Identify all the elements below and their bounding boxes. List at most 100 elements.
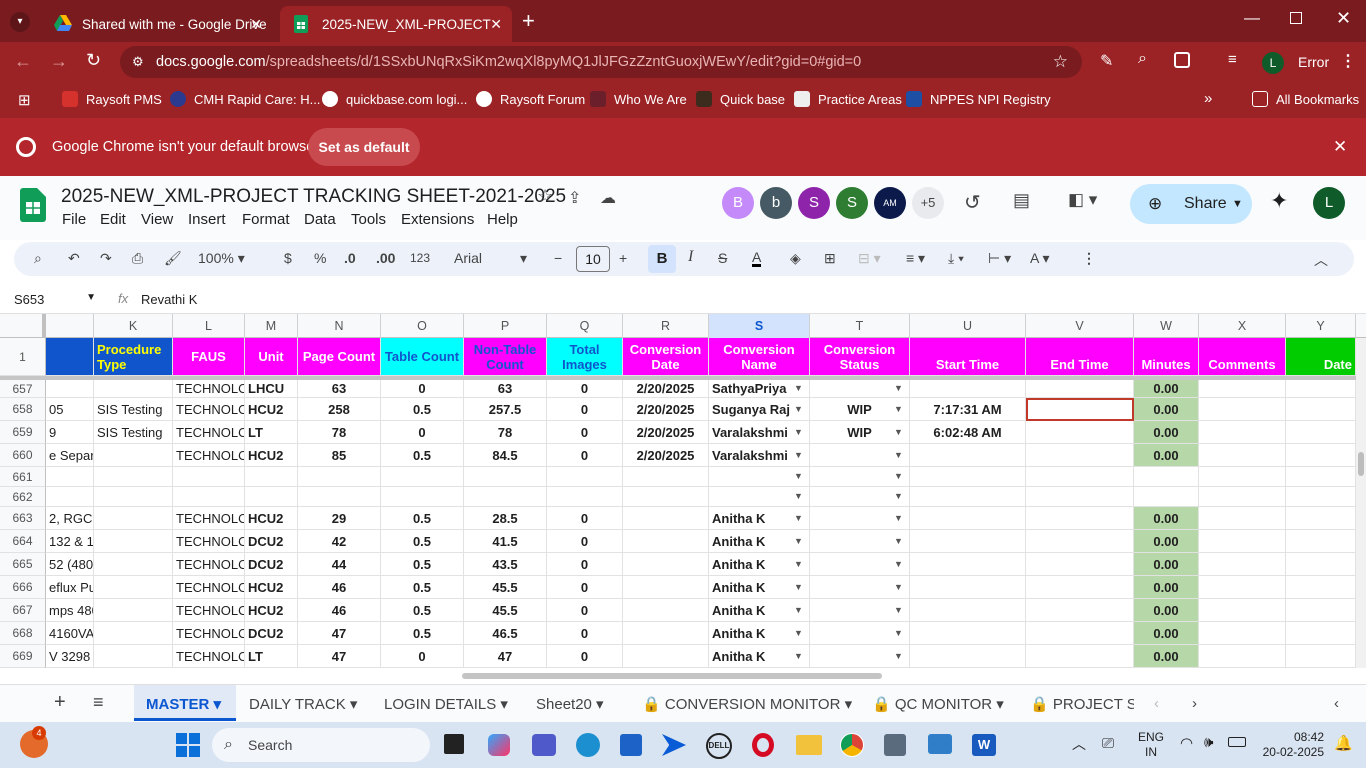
table-cell[interactable]: 0.00 [1134,507,1199,530]
table-cell[interactable] [623,467,709,487]
table-cell[interactable] [381,467,464,487]
gemini-icon[interactable]: ✦ [1270,188,1288,214]
set-as-default-button[interactable]: Set as default [308,128,420,166]
table-cell[interactable]: 0.00 [1134,622,1199,645]
table-cell[interactable]: 0.00 [1134,398,1199,421]
table-cell[interactable]: HCU2 [245,507,298,530]
table-cell[interactable] [1026,421,1134,444]
table-cell[interactable]: TECHNOLOG [173,380,245,398]
table-cell[interactable]: 132 & 1 [46,530,94,553]
table-cell[interactable] [547,467,623,487]
row-number[interactable]: 669 [0,645,46,668]
table-cell[interactable] [1026,487,1134,507]
table-cell[interactable] [298,467,381,487]
user-avatar[interactable]: L [1313,187,1345,219]
table-cell[interactable]: 0 [547,380,623,398]
bookmark-star-icon[interactable]: ☆ [1053,46,1068,78]
menu-tools[interactable]: Tools [351,211,386,228]
edge-icon[interactable] [576,733,600,757]
language-indicator[interactable]: ENG IN [1138,730,1164,760]
table-cell[interactable]: 0.5 [381,576,464,599]
sheets-logo-icon[interactable] [20,188,46,227]
fill-color-icon[interactable]: ◈ [790,250,801,267]
table-cell[interactable]: 46 [298,576,381,599]
forward-icon[interactable]: → [50,51,68,72]
table-cell[interactable]: 0.00 [1134,530,1199,553]
header-cell[interactable]: Total Images [547,338,623,376]
column-header[interactable]: T [810,314,910,338]
font-size-input[interactable]: 10 [576,246,610,272]
table-cell[interactable]: 63 [464,380,547,398]
row-number[interactable]: 658 [0,398,46,421]
currency-format-button[interactable]: $ [284,250,292,266]
vertical-scrollbar[interactable] [1356,338,1366,668]
table-cell[interactable] [547,487,623,507]
menu-file[interactable]: File [62,211,86,228]
table-cell[interactable]: 29 [298,507,381,530]
sheet-tab-project-summary[interactable]: 🔒 PROJECT SU [1030,695,1134,713]
table-cell[interactable] [910,599,1026,622]
zoom-search-icon[interactable]: ⌕ [1138,50,1147,68]
table-cell[interactable] [1026,553,1134,576]
chrome-icon[interactable] [840,733,864,757]
table-cell[interactable] [1199,380,1286,398]
table-cell[interactable]: eflux Pur [46,576,94,599]
table-cell[interactable] [1286,467,1356,487]
close-tab-icon[interactable]: ✕ [250,16,262,33]
start-windows-icon[interactable] [176,733,200,762]
paint-format-icon[interactable]: 🖌 [164,250,182,267]
table-cell[interactable] [1199,645,1286,668]
decrease-font-size-icon[interactable]: − [554,250,562,266]
header-cell[interactable]: Conversion Name [709,338,810,376]
app-icon[interactable] [928,734,952,754]
table-cell[interactable]: 0 [381,421,464,444]
column-header[interactable]: Y [1286,314,1356,338]
table-cell[interactable]: 0.5 [381,507,464,530]
redo-icon[interactable]: ↷ [100,250,112,267]
table-cell[interactable]: 2/20/2025 [623,380,709,398]
table-cell[interactable]: TECHNOLOG [173,507,245,530]
table-cell[interactable]: 0.5 [381,622,464,645]
table-cell[interactable]: 45.5 [464,576,547,599]
header-cell[interactable]: Unit [245,338,298,376]
volume-icon[interactable]: 🕪 [1204,734,1213,751]
teams-icon[interactable] [532,734,556,756]
table-cell[interactable] [94,380,173,398]
table-cell[interactable]: 0.00 [1134,553,1199,576]
table-cell[interactable]: 44 [298,553,381,576]
table-cell[interactable] [910,622,1026,645]
table-cell[interactable] [94,467,173,487]
bookmark-item[interactable]: Raysoft PMS [62,91,162,107]
column-header[interactable]: N [298,314,381,338]
undo-icon[interactable]: ↶ [68,250,80,267]
table-cell[interactable] [245,487,298,507]
header-cell[interactable]: End Time [1026,338,1134,376]
row-number[interactable]: 666 [0,576,46,599]
increase-font-size-icon[interactable]: + [619,250,627,266]
table-cell[interactable] [1199,553,1286,576]
search-menus-icon[interactable]: ⌕ [34,250,42,267]
header-cell[interactable]: FAUS [173,338,245,376]
collapse-toolbar-icon[interactable]: ︿ [1314,250,1328,270]
table-cell[interactable] [94,530,173,553]
file-explorer-icon[interactable] [796,735,822,755]
table-cell[interactable]: 6:02:48 AM [910,421,1026,444]
table-cell[interactable] [1026,530,1134,553]
reload-icon[interactable]: ↻ [86,50,101,71]
table-cell[interactable] [623,507,709,530]
table-cell[interactable] [1199,421,1286,444]
merge-cells-icon[interactable]: ⊟ ▾ [858,250,881,267]
table-cell[interactable] [910,507,1026,530]
table-cell[interactable] [623,645,709,668]
table-cell[interactable]: 47 [298,622,381,645]
table-cell[interactable]: 0.00 [1134,599,1199,622]
clock[interactable]: 08:42 20-02-2025 [1258,730,1324,760]
sheet-tab-sheet20[interactable]: Sheet20 ▾ [536,695,604,713]
dell-icon[interactable]: DELL [706,733,732,759]
column-header[interactable]: V [1026,314,1134,338]
table-cell[interactable]: DCU2 [245,553,298,576]
table-cell[interactable]: 63 [298,380,381,398]
table-cell[interactable]: 0.00 [1134,645,1199,668]
table-cell[interactable]: 2/20/2025 [623,398,709,421]
bold-button[interactable]: B [648,245,676,273]
